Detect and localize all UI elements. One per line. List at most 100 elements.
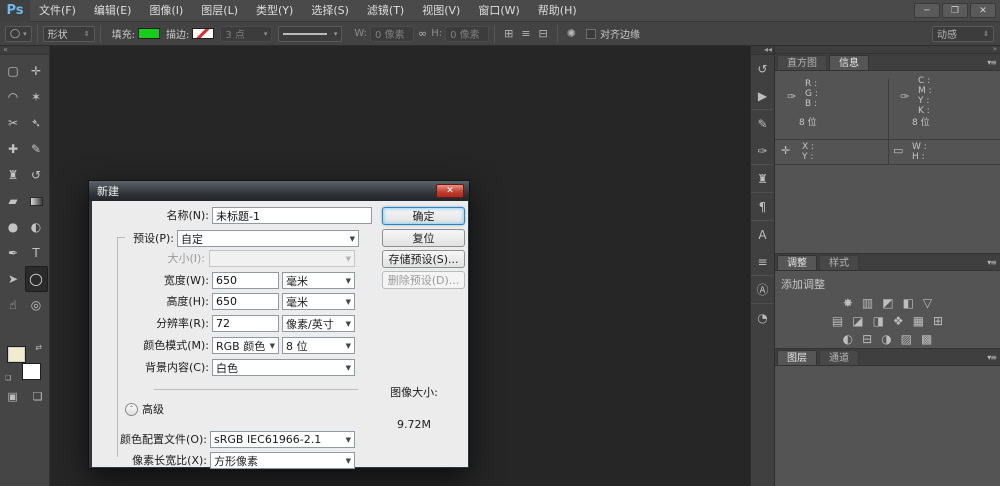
stroke-type-select[interactable]: ▾ xyxy=(278,26,342,42)
screen-mode-button[interactable]: ❏ xyxy=(33,390,43,403)
tab-layers[interactable]: 图层 xyxy=(777,350,817,365)
width-unit-select[interactable]: 毫米▼ xyxy=(282,272,355,289)
selective-color-icon[interactable]: ▩ xyxy=(921,333,932,346)
path-arrangement-icon[interactable]: ⊟ xyxy=(535,27,552,40)
dialog-titlebar[interactable]: 新建 ✕ xyxy=(89,181,469,201)
panel-menu-icon[interactable]: ▾≡ xyxy=(987,58,996,67)
curves-icon[interactable]: ◩ xyxy=(882,297,893,310)
brush-panel-icon[interactable]: ✎ xyxy=(751,110,774,137)
shape-height-field[interactable]: 0 像素 xyxy=(445,26,489,42)
exposure-icon[interactable]: ◧ xyxy=(903,297,914,310)
background-color-swatch[interactable] xyxy=(22,363,41,380)
pen-tool[interactable]: ✒ xyxy=(2,240,25,266)
menu-help[interactable]: 帮助(H) xyxy=(529,0,586,22)
dock-expand-arrows[interactable]: ◂◂ xyxy=(751,46,774,55)
tab-channels[interactable]: 通道 xyxy=(819,350,859,365)
type-tool[interactable]: T xyxy=(25,240,48,266)
quick-mask-button[interactable]: ▣ xyxy=(7,390,17,403)
menu-type[interactable]: 类型(Y) xyxy=(247,0,302,22)
photo-filter-icon[interactable]: ❖ xyxy=(893,315,904,328)
color-mode-select[interactable]: RGB 颜色▼ xyxy=(212,337,279,354)
color-balance-icon[interactable]: ◪ xyxy=(852,315,863,328)
gradient-tool[interactable] xyxy=(25,188,48,214)
tab-histogram[interactable]: 直方图 xyxy=(777,55,827,70)
panel-menu-icon[interactable]: ▾≡ xyxy=(987,258,996,267)
dialog-close-button[interactable]: ✕ xyxy=(436,184,464,198)
levels-icon[interactable]: ▥ xyxy=(862,297,873,310)
history-panel-icon[interactable]: ↺ xyxy=(751,55,774,82)
gradient-map-icon[interactable]: ▨ xyxy=(901,333,912,346)
paragraph-styles-panel-icon[interactable]: ≡ xyxy=(751,248,774,275)
menu-layer[interactable]: 图层(L) xyxy=(192,0,247,22)
width-input[interactable] xyxy=(212,272,279,289)
color-profile-select[interactable]: sRGB IEC61966-2.1▼ xyxy=(210,431,355,448)
menu-select[interactable]: 选择(S) xyxy=(302,0,358,22)
reset-button[interactable]: 复位 xyxy=(382,229,465,247)
threshold-icon[interactable]: ◑ xyxy=(881,333,891,346)
crop-tool[interactable]: ✂ xyxy=(2,110,25,136)
stroke-color-swatch[interactable] xyxy=(192,28,214,39)
pixel-aspect-select[interactable]: 方形像素▼ xyxy=(210,452,355,469)
path-selection-tool[interactable]: ➤ xyxy=(2,266,25,292)
black-white-icon[interactable]: ◨ xyxy=(873,315,884,328)
invert-icon[interactable]: ◐ xyxy=(843,333,853,346)
gear-icon[interactable]: ✺ xyxy=(563,27,580,40)
close-button[interactable]: ✕ xyxy=(970,3,996,18)
magic-wand-tool[interactable]: ✶ xyxy=(25,84,48,110)
tool-mode-select[interactable]: 形状 ⇕ xyxy=(43,26,95,42)
tab-info[interactable]: 信息 xyxy=(829,55,869,70)
tab-styles[interactable]: 样式 xyxy=(819,255,859,270)
height-unit-select[interactable]: 毫米▼ xyxy=(282,293,355,310)
menu-edit[interactable]: 编辑(E) xyxy=(85,0,141,22)
fill-color-swatch[interactable] xyxy=(138,28,160,39)
path-alignment-icon[interactable]: ≡ xyxy=(517,27,534,40)
swap-colors-icon[interactable]: ⇄ xyxy=(35,343,42,352)
hand-tool[interactable]: ☝ xyxy=(2,292,25,318)
background-contents-select[interactable]: 白色▼ xyxy=(212,359,355,376)
align-edges-checkbox[interactable] xyxy=(586,29,596,39)
history-brush-tool[interactable]: ↺ xyxy=(25,162,48,188)
rectangular-marquee-tool[interactable]: ▢ xyxy=(2,58,25,84)
hue-saturation-icon[interactable]: ▤ xyxy=(832,315,843,328)
vibrance-icon[interactable]: ▽ xyxy=(923,297,932,310)
panel-menu-icon[interactable]: ▾≡ xyxy=(987,353,996,362)
shape-width-field[interactable]: 0 像素 xyxy=(370,26,414,42)
preset-select[interactable]: 自定▼ xyxy=(177,230,359,247)
eyedropper-tool[interactable]: ➴ xyxy=(25,110,48,136)
resolution-input[interactable] xyxy=(212,315,279,332)
restore-button[interactable]: ❐ xyxy=(942,3,968,18)
menu-filter[interactable]: 滤镜(T) xyxy=(358,0,413,22)
eraser-tool[interactable]: ▰ xyxy=(2,188,25,214)
dodge-tool[interactable]: ◐ xyxy=(25,214,48,240)
color-lookup-icon[interactable]: ⊞ xyxy=(933,315,943,328)
spot-healing-brush-tool[interactable]: ✚ xyxy=(2,136,25,162)
blur-tool[interactable]: ● xyxy=(2,214,25,240)
bit-depth-select[interactable]: 8 位▼ xyxy=(282,337,355,354)
paragraph-panel-icon[interactable]: ¶ xyxy=(751,193,774,220)
resolution-unit-select[interactable]: 像素/英寸▼ xyxy=(282,315,355,332)
channel-mixer-icon[interactable]: ▦ xyxy=(913,315,924,328)
brightness-contrast-icon[interactable]: ✸ xyxy=(843,297,853,310)
ok-button[interactable]: 确定 xyxy=(382,207,465,225)
advanced-toggle-icon[interactable]: ˆ xyxy=(125,403,138,416)
posterize-icon[interactable]: ⊟ xyxy=(862,333,872,346)
tab-adjustments[interactable]: 调整 xyxy=(777,255,817,270)
menu-window[interactable]: 窗口(W) xyxy=(469,0,528,22)
save-preset-button[interactable]: 存储预设(S)... xyxy=(382,250,465,268)
link-dimensions-icon[interactable]: ∞ xyxy=(414,27,431,40)
zoom-tool[interactable]: ◎ xyxy=(25,292,48,318)
ellipse-tool[interactable]: ◯ xyxy=(25,266,48,292)
path-operations-icon[interactable]: ⊞ xyxy=(500,27,517,40)
lasso-tool[interactable]: ◠ xyxy=(2,84,25,110)
menu-image[interactable]: 图像(I) xyxy=(140,0,192,22)
brush-presets-panel-icon[interactable]: ✑ xyxy=(751,137,774,164)
tool-preset-picker[interactable]: ◯ ▾ xyxy=(5,26,32,42)
clone-source-panel-icon[interactable]: ♜ xyxy=(751,165,774,192)
stroke-width-select[interactable]: 3 点 ▾ xyxy=(220,26,272,42)
menu-view[interactable]: 视图(V) xyxy=(413,0,469,22)
actions-panel-icon[interactable]: ▶ xyxy=(751,82,774,109)
character-panel-icon[interactable]: A xyxy=(751,221,774,248)
foreground-color-swatch[interactable] xyxy=(7,346,26,363)
menu-file[interactable]: 文件(F) xyxy=(30,0,85,22)
character-styles-panel-icon[interactable]: Ⓐ xyxy=(751,276,774,303)
